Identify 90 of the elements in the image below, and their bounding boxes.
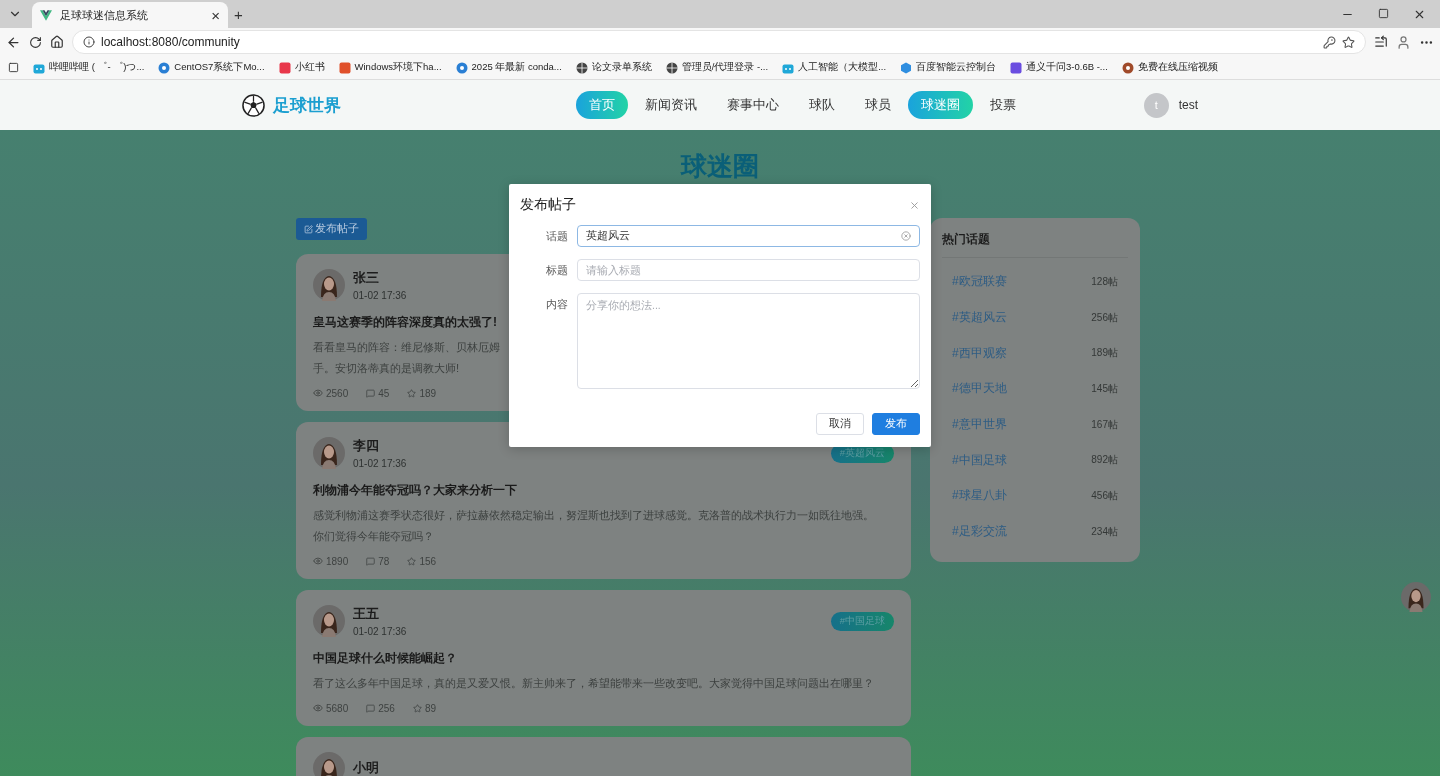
close-tab-button[interactable]: × xyxy=(211,7,220,23)
home-icon[interactable] xyxy=(50,35,64,49)
comment-count: 256 xyxy=(378,702,395,714)
address-bar[interactable]: localhost:8080/community xyxy=(72,30,1366,54)
author-avatar xyxy=(313,752,345,776)
page-title: 球迷圈 xyxy=(681,150,759,183)
bookmark-link[interactable]: 百度智能云控制台 xyxy=(916,61,997,74)
author-name: 李四 xyxy=(353,437,379,455)
eye-icon xyxy=(313,703,323,713)
like-count: 89 xyxy=(424,702,437,714)
author-name: 小明 xyxy=(353,759,379,776)
post-time: 01-02 17:36 xyxy=(353,625,407,637)
topic-count: 892帖 xyxy=(1091,453,1118,468)
field-label: 内容 xyxy=(545,297,568,312)
bookmark-link[interactable]: CentOS7系统下Mo... xyxy=(174,61,265,74)
star-icon xyxy=(407,388,417,398)
bookmark-link[interactable]: 免费在线压缩视频 xyxy=(1137,61,1218,74)
favorites-icon[interactable] xyxy=(1374,35,1388,49)
like-count: 189 xyxy=(419,387,437,399)
cancel-button[interactable]: 取消 xyxy=(816,413,864,435)
nav-item[interactable]: 球员 xyxy=(851,91,904,119)
dialog-title: 发布帖子 xyxy=(520,196,576,214)
eye-icon xyxy=(313,388,323,398)
star-icon xyxy=(407,556,417,566)
view-count: 1890 xyxy=(326,555,349,567)
nav-item[interactable]: 新闻资讯 xyxy=(631,91,710,119)
author-avatar xyxy=(313,269,345,301)
soccer-ball-icon xyxy=(242,93,265,117)
topic-field[interactable]: 英超风云 xyxy=(577,225,920,247)
author-avatar xyxy=(313,605,345,637)
tab-title: 足球球迷信息系统 xyxy=(60,7,149,23)
user-name[interactable]: test xyxy=(1178,98,1198,112)
bookmark-link[interactable]: 哔哩哔哩 ( ゜- ゜)つ... xyxy=(49,61,145,74)
author-avatar xyxy=(313,437,345,469)
field-label: 标题 xyxy=(545,263,568,278)
publish-post-button[interactable]: 发布帖子 xyxy=(296,218,367,240)
view-count: 5680 xyxy=(326,702,349,714)
post-title: 皇马这赛季的阵容深度真的太强了! xyxy=(313,314,497,331)
submit-button[interactable]: 发布 xyxy=(872,413,920,435)
topic-count: 167帖 xyxy=(1091,417,1118,432)
profile-icon[interactable] xyxy=(1396,34,1411,50)
comment-count: 45 xyxy=(378,387,390,399)
bookmark-link[interactable]: 通义千问3-0.6B -... xyxy=(1026,61,1108,74)
comment-icon xyxy=(366,388,376,398)
bookmark-link[interactable]: 人工智能（大模型... xyxy=(798,61,887,74)
bookmark-link[interactable]: 论文录单系统 xyxy=(591,61,652,74)
bookmark-link[interactable]: 小红书 xyxy=(294,61,325,74)
key-icon[interactable] xyxy=(1323,35,1336,49)
topic-count: 234帖 xyxy=(1091,524,1118,539)
field-label: 话题 xyxy=(545,229,568,244)
post-title: 利物浦今年能夺冠吗？大家来分析一下 xyxy=(313,482,517,499)
bookmark-link[interactable]: 管理员/代理登录 -... xyxy=(681,61,769,74)
post-title: 中国足球什么时候能崛起？ xyxy=(313,650,457,667)
topic-count: 456帖 xyxy=(1091,488,1118,503)
vue-logo-icon xyxy=(40,9,52,21)
post-card[interactable]: 小明 xyxy=(296,737,911,776)
new-tab-button[interactable]: + xyxy=(234,6,243,22)
comment-icon xyxy=(366,556,376,566)
nav-item[interactable]: 投票 xyxy=(976,91,1029,119)
eye-icon xyxy=(313,556,323,566)
star-icon xyxy=(412,703,422,713)
topic-count: 256帖 xyxy=(1091,310,1118,325)
reload-icon[interactable] xyxy=(29,35,42,49)
author-name: 王五 xyxy=(353,605,379,623)
panel-title: 热门话题 xyxy=(942,232,1128,258)
topic-count: 189帖 xyxy=(1091,346,1118,361)
post-time: 01-02 17:36 xyxy=(353,457,407,469)
nav-item[interactable]: 赛事中心 xyxy=(713,91,792,119)
collections-icon[interactable] xyxy=(8,62,19,73)
browser-tab[interactable]: 足球球迷信息系统 × xyxy=(32,2,228,28)
like-count: 156 xyxy=(419,555,437,567)
bookmark-link[interactable]: 2025 年最新 conda... xyxy=(471,61,562,74)
topic-input[interactable]: 英超风云 xyxy=(578,226,897,246)
restore-icon[interactable] xyxy=(1378,7,1389,19)
favorite-star-icon[interactable] xyxy=(1342,35,1355,49)
post-time: 01-02 17:36 xyxy=(353,289,407,301)
view-count: 2560 xyxy=(326,387,349,399)
assistant-avatar xyxy=(1401,582,1431,612)
info-icon xyxy=(83,36,95,48)
url-text: localhost:8080/community xyxy=(101,35,241,49)
topic-count: 128帖 xyxy=(1091,274,1118,289)
content-field[interactable]: 分享你的想法... xyxy=(577,293,920,389)
comment-icon xyxy=(366,703,376,713)
topic-count: 145帖 xyxy=(1091,381,1118,396)
nav-item[interactable]: 球队 xyxy=(795,91,848,119)
author-name: 张三 xyxy=(353,269,379,287)
back-icon[interactable] xyxy=(6,34,21,50)
edit-icon xyxy=(304,224,313,234)
bookmark-link[interactable]: Windows环境下ha... xyxy=(354,61,442,74)
comment-count: 78 xyxy=(378,555,390,567)
